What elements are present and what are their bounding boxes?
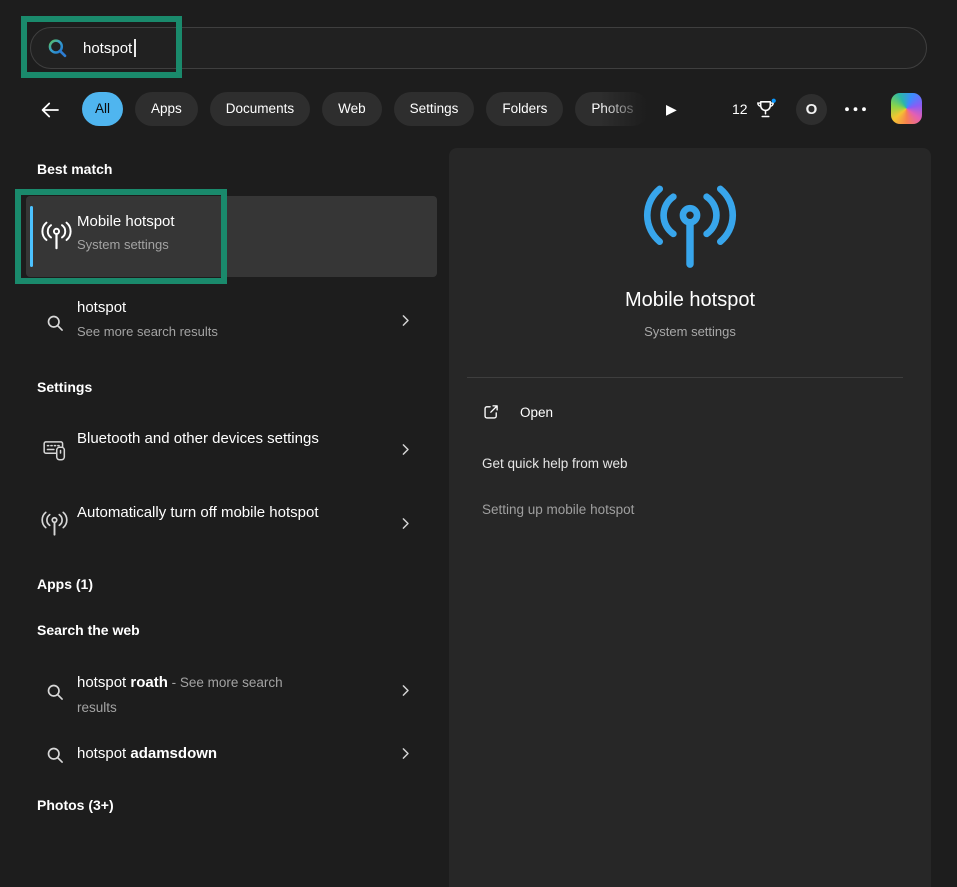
avatar-initial: O xyxy=(806,101,818,118)
more-filters-icon[interactable]: ▶ xyxy=(666,100,677,118)
mobile-hotspot-large-icon xyxy=(643,184,737,270)
search-icon xyxy=(46,37,69,60)
more-options-icon[interactable] xyxy=(843,105,868,114)
result-web-hotspot-adamsdown[interactable]: hotspot adamsdown xyxy=(26,740,437,776)
filter-tabs: All Apps Documents Web Settings Folders … xyxy=(82,92,658,127)
preview-panel: Mobile hotspot System settings Open Get … xyxy=(449,148,931,887)
result-auto-turn-off-hotspot[interactable]: Automatically turn off mobile hotspot xyxy=(26,493,437,557)
photos-header: Photos (3+) xyxy=(37,797,114,813)
preview-subtitle: System settings xyxy=(449,324,931,339)
text-caret xyxy=(134,39,136,57)
selection-accent-bar xyxy=(30,206,33,267)
tab-photos[interactable]: Photos xyxy=(575,92,649,126)
account-avatar[interactable]: O xyxy=(796,94,827,125)
open-button[interactable]: Open xyxy=(482,403,553,421)
devices-icon xyxy=(42,437,68,463)
result-title: Automatically turn off mobile hotspot xyxy=(77,500,327,525)
mobile-hotspot-icon xyxy=(41,511,68,538)
mobile-hotspot-icon xyxy=(41,221,72,252)
settings-header: Settings xyxy=(37,379,92,395)
search-result-icon xyxy=(45,745,65,765)
tab-apps[interactable]: Apps xyxy=(135,92,198,126)
result-subtitle: See more search results xyxy=(77,324,218,339)
setting-up-hotspot-link[interactable]: Setting up mobile hotspot xyxy=(482,502,634,517)
result-bluetooth-devices-settings[interactable]: Bluetooth and other devices settings xyxy=(26,419,437,483)
back-arrow-icon[interactable] xyxy=(38,98,62,122)
best-match-header: Best match xyxy=(37,161,112,177)
rewards-badge[interactable]: 12 xyxy=(732,97,777,121)
search-the-web-header: Search the web xyxy=(37,622,140,638)
chevron-right-icon xyxy=(397,515,414,532)
search-result-icon xyxy=(45,682,65,702)
chevron-right-icon xyxy=(397,441,414,458)
result-title: hotspot roath - See more search results xyxy=(77,670,317,720)
result-title: hotspot adamsdown xyxy=(77,745,377,762)
result-subtitle: System settings xyxy=(77,237,169,252)
trophy-icon xyxy=(754,97,777,121)
tab-settings[interactable]: Settings xyxy=(394,92,475,126)
result-title: hotspot xyxy=(77,299,126,316)
result-web-hotspot-roath[interactable]: hotspot roath - See more search results xyxy=(26,662,437,726)
result-title: Bluetooth and other devices settings xyxy=(77,426,327,451)
open-external-icon xyxy=(482,403,500,421)
search-query-text: hotspot xyxy=(83,40,132,57)
rewards-points: 12 xyxy=(732,101,748,117)
copilot-icon[interactable] xyxy=(891,93,922,124)
tab-all[interactable]: All xyxy=(82,92,123,126)
divider xyxy=(467,377,903,378)
quick-help-header: Get quick help from web xyxy=(482,456,628,471)
search-input[interactable]: hotspot xyxy=(30,27,927,69)
chevron-right-icon xyxy=(397,745,414,762)
preview-title: Mobile hotspot xyxy=(449,289,931,312)
chevron-right-icon xyxy=(397,312,414,329)
result-see-more-search[interactable]: hotspot See more search results xyxy=(26,293,437,355)
open-label: Open xyxy=(520,405,553,420)
tab-folders[interactable]: Folders xyxy=(486,92,563,126)
tab-documents[interactable]: Documents xyxy=(210,92,310,126)
search-result-icon xyxy=(45,313,65,333)
windows-search-flyout: hotspot All Apps Documents Web Settings … xyxy=(0,0,957,887)
result-mobile-hotspot[interactable]: Mobile hotspot System settings xyxy=(26,196,437,277)
result-title: Mobile hotspot xyxy=(77,213,175,230)
tab-web[interactable]: Web xyxy=(322,92,382,126)
chevron-right-icon xyxy=(397,682,414,699)
apps-header: Apps (1) xyxy=(37,576,93,592)
